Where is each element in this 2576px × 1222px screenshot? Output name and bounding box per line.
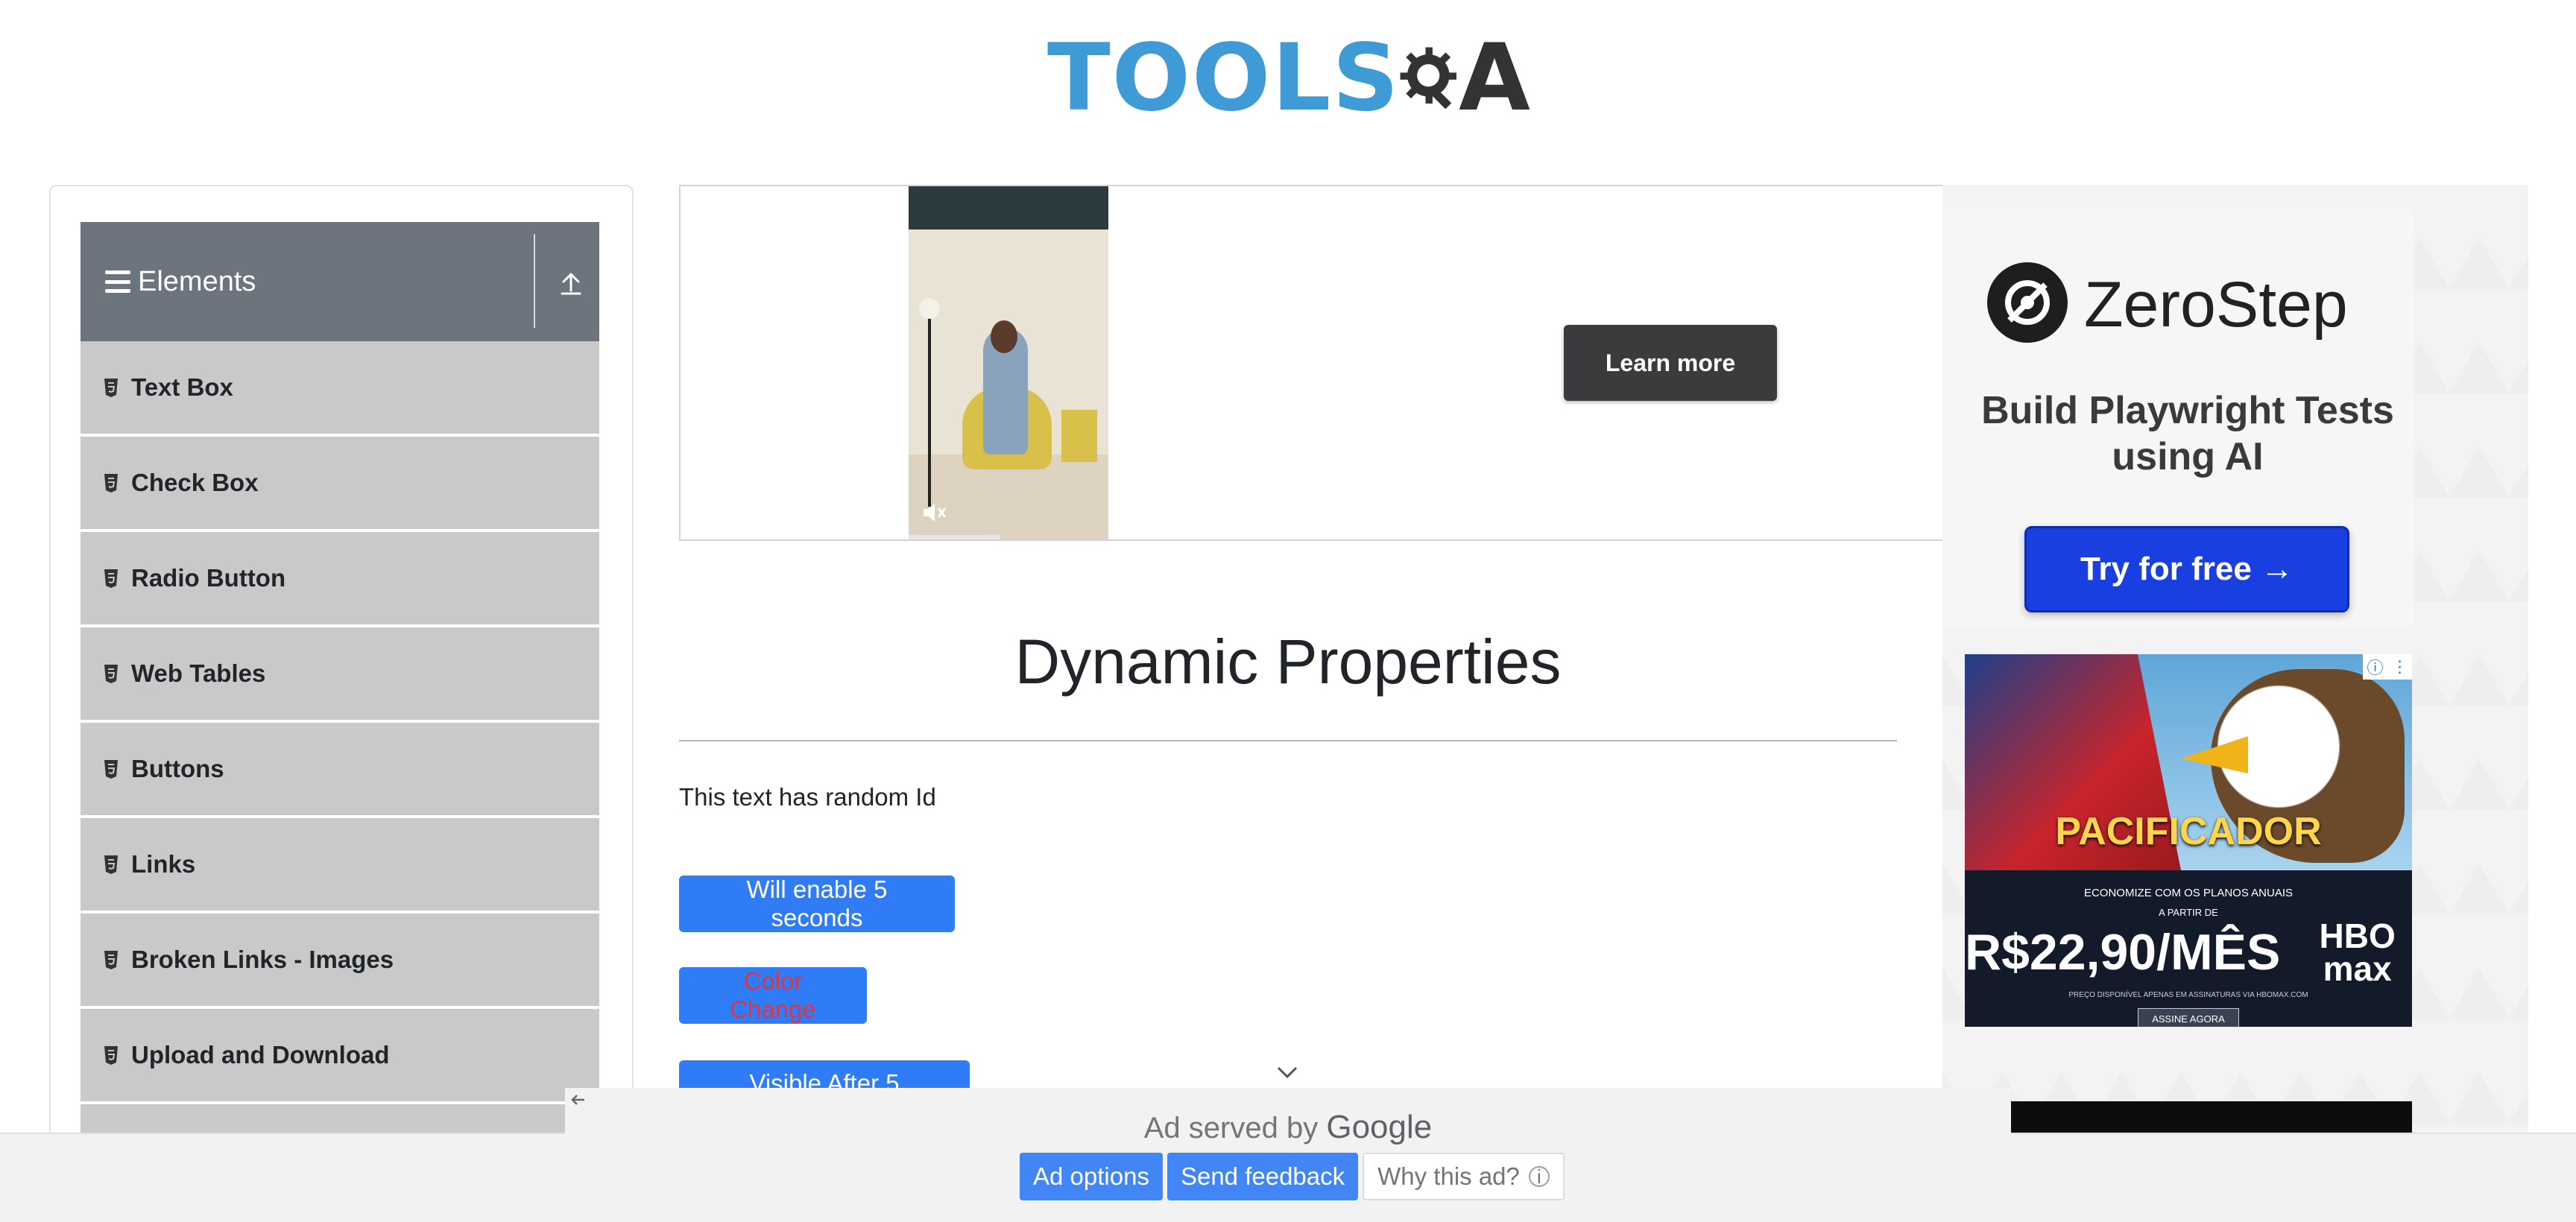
ad-options-button[interactable]: Ad options [1020, 1153, 1163, 1200]
video-progress-bar [909, 535, 1000, 539]
sidebar-item-upload-download[interactable]: Upload and Download [80, 1009, 599, 1104]
why-this-ad-label: Why this ad? [1377, 1162, 1520, 1190]
color-change-button[interactable]: Color Change [679, 967, 867, 1024]
adchoices-badge[interactable]: ⓘ ⋮ [2363, 654, 2412, 680]
try-for-free-button[interactable]: Try for free → [2024, 526, 2349, 612]
elements-menu: Text Box Check Box Radio Button Web Tabl… [80, 341, 599, 1200]
hbo-max-ad[interactable]: PACIFICADOR ECONOMIZE COM OS PLANOS ANUA… [1965, 654, 2412, 1027]
zerostep-tagline: Build Playwright Tests using AI [1981, 389, 2394, 478]
why-this-ad-button[interactable]: Why this ad? i [1363, 1153, 1565, 1200]
ad-fine-print: PREÇO DISPONÍVEL APENAS EM ASSINATURAS V… [2068, 991, 2308, 999]
sidebar-item-label: Buttons [131, 755, 224, 782]
title-divider [679, 740, 1897, 741]
logo-qa-text: A [1459, 25, 1532, 132]
gear-magnifier-icon [1400, 47, 1456, 110]
html5-icon [104, 760, 118, 779]
sidebar-item-broken-links[interactable]: Broken Links - Images [80, 914, 599, 1009]
html5-icon [104, 569, 118, 588]
muted-speaker-icon[interactable] [921, 499, 947, 526]
group-title: Elements [138, 265, 256, 297]
ad-price: R$22,90/MÊS [1965, 924, 2281, 981]
random-id-text: This text has random Id [679, 783, 936, 811]
sidebar-item-radio-button[interactable]: Radio Button [80, 532, 599, 627]
sidebar-item-links[interactable]: Links [80, 818, 599, 914]
video-side-table [1061, 410, 1097, 462]
ad-show-title: PACIFICADOR [2055, 810, 2322, 853]
ad-offer-panel: ECONOMIZE COM OS PLANOS ANUAIS A PARTIR … [1965, 870, 2412, 1027]
logo-tools-text: TOOLS [1047, 25, 1401, 132]
elements-group-header[interactable]: Elements [80, 222, 599, 341]
video-lamp [928, 313, 931, 507]
sidebar-item-label: Text Box [131, 373, 233, 401]
html5-icon [104, 379, 118, 397]
sidebar-item-web-tables[interactable]: Web Tables [80, 627, 599, 723]
sidebar-item-label: Check Box [131, 469, 259, 496]
info-icon: i [1528, 1165, 1550, 1188]
visible-after-button[interactable]: Visible After 5 Seconds [679, 1060, 970, 1090]
served-by-text: Ad served by [1143, 1112, 1319, 1145]
chevron-down-icon[interactable] [1276, 1064, 1298, 1080]
sidebar-item-label: Radio Button [131, 564, 286, 592]
sidebar-item-text-box[interactable]: Text Box [80, 341, 599, 437]
hbo-max-logo: HBO max [2319, 916, 2396, 988]
sidebar-item-buttons[interactable]: Buttons [80, 723, 599, 818]
header-divider [534, 234, 535, 328]
page-title: Dynamic Properties [1014, 627, 1562, 697]
send-feedback-button[interactable]: Send feedback [1167, 1153, 1359, 1200]
html5-icon [104, 1046, 118, 1065]
sidebar-item-label: Web Tables [131, 659, 266, 687]
zerostep-brand: ZeroStep [2084, 269, 2348, 341]
ad-price-row: R$22,90/MÊS HBO max [1965, 916, 2412, 988]
ad-video[interactable] [909, 186, 1108, 539]
sidebar-item-label: Broken Links - Images [131, 946, 394, 973]
google-wordmark: Google [1326, 1109, 1433, 1145]
back-arrow-icon[interactable] [568, 1089, 589, 1110]
html5-icon [104, 665, 118, 683]
sidebar-item-check-box[interactable]: Check Box [80, 437, 599, 532]
html5-icon [104, 855, 118, 874]
google-ad-actions: Ad options Send feedback Why this ad? i [1020, 1153, 1565, 1200]
toolsqa-logo[interactable]: TOOLS A [1047, 22, 1532, 134]
video-wall [909, 186, 1108, 229]
collapse-up-icon[interactable] [556, 268, 586, 298]
hamburger-icon [105, 270, 130, 293]
info-icon[interactable]: ⓘ [2367, 655, 2383, 679]
video-lamp-shade [919, 298, 940, 319]
zerostep-logo-icon [1987, 262, 2068, 343]
ad-promo-text: ECONOMIZE COM OS PLANOS ANUAIS [2083, 887, 2294, 899]
video-person-head [991, 320, 1017, 353]
enable-after-button[interactable]: Will enable 5 seconds [679, 876, 955, 932]
assine-agora-button[interactable]: ASSINE AGORA [2138, 1008, 2239, 1027]
sidebar-item-label: Links [131, 850, 196, 878]
html5-icon [104, 474, 118, 493]
sidebar-item-label: Upload and Download [131, 1041, 390, 1069]
ad-served-by: Ad served by Google [565, 1109, 2011, 1146]
learn-more-button[interactable]: Learn more [1564, 325, 1777, 401]
html5-icon [104, 951, 118, 969]
more-options-icon[interactable]: ⋮ [2391, 657, 2408, 677]
